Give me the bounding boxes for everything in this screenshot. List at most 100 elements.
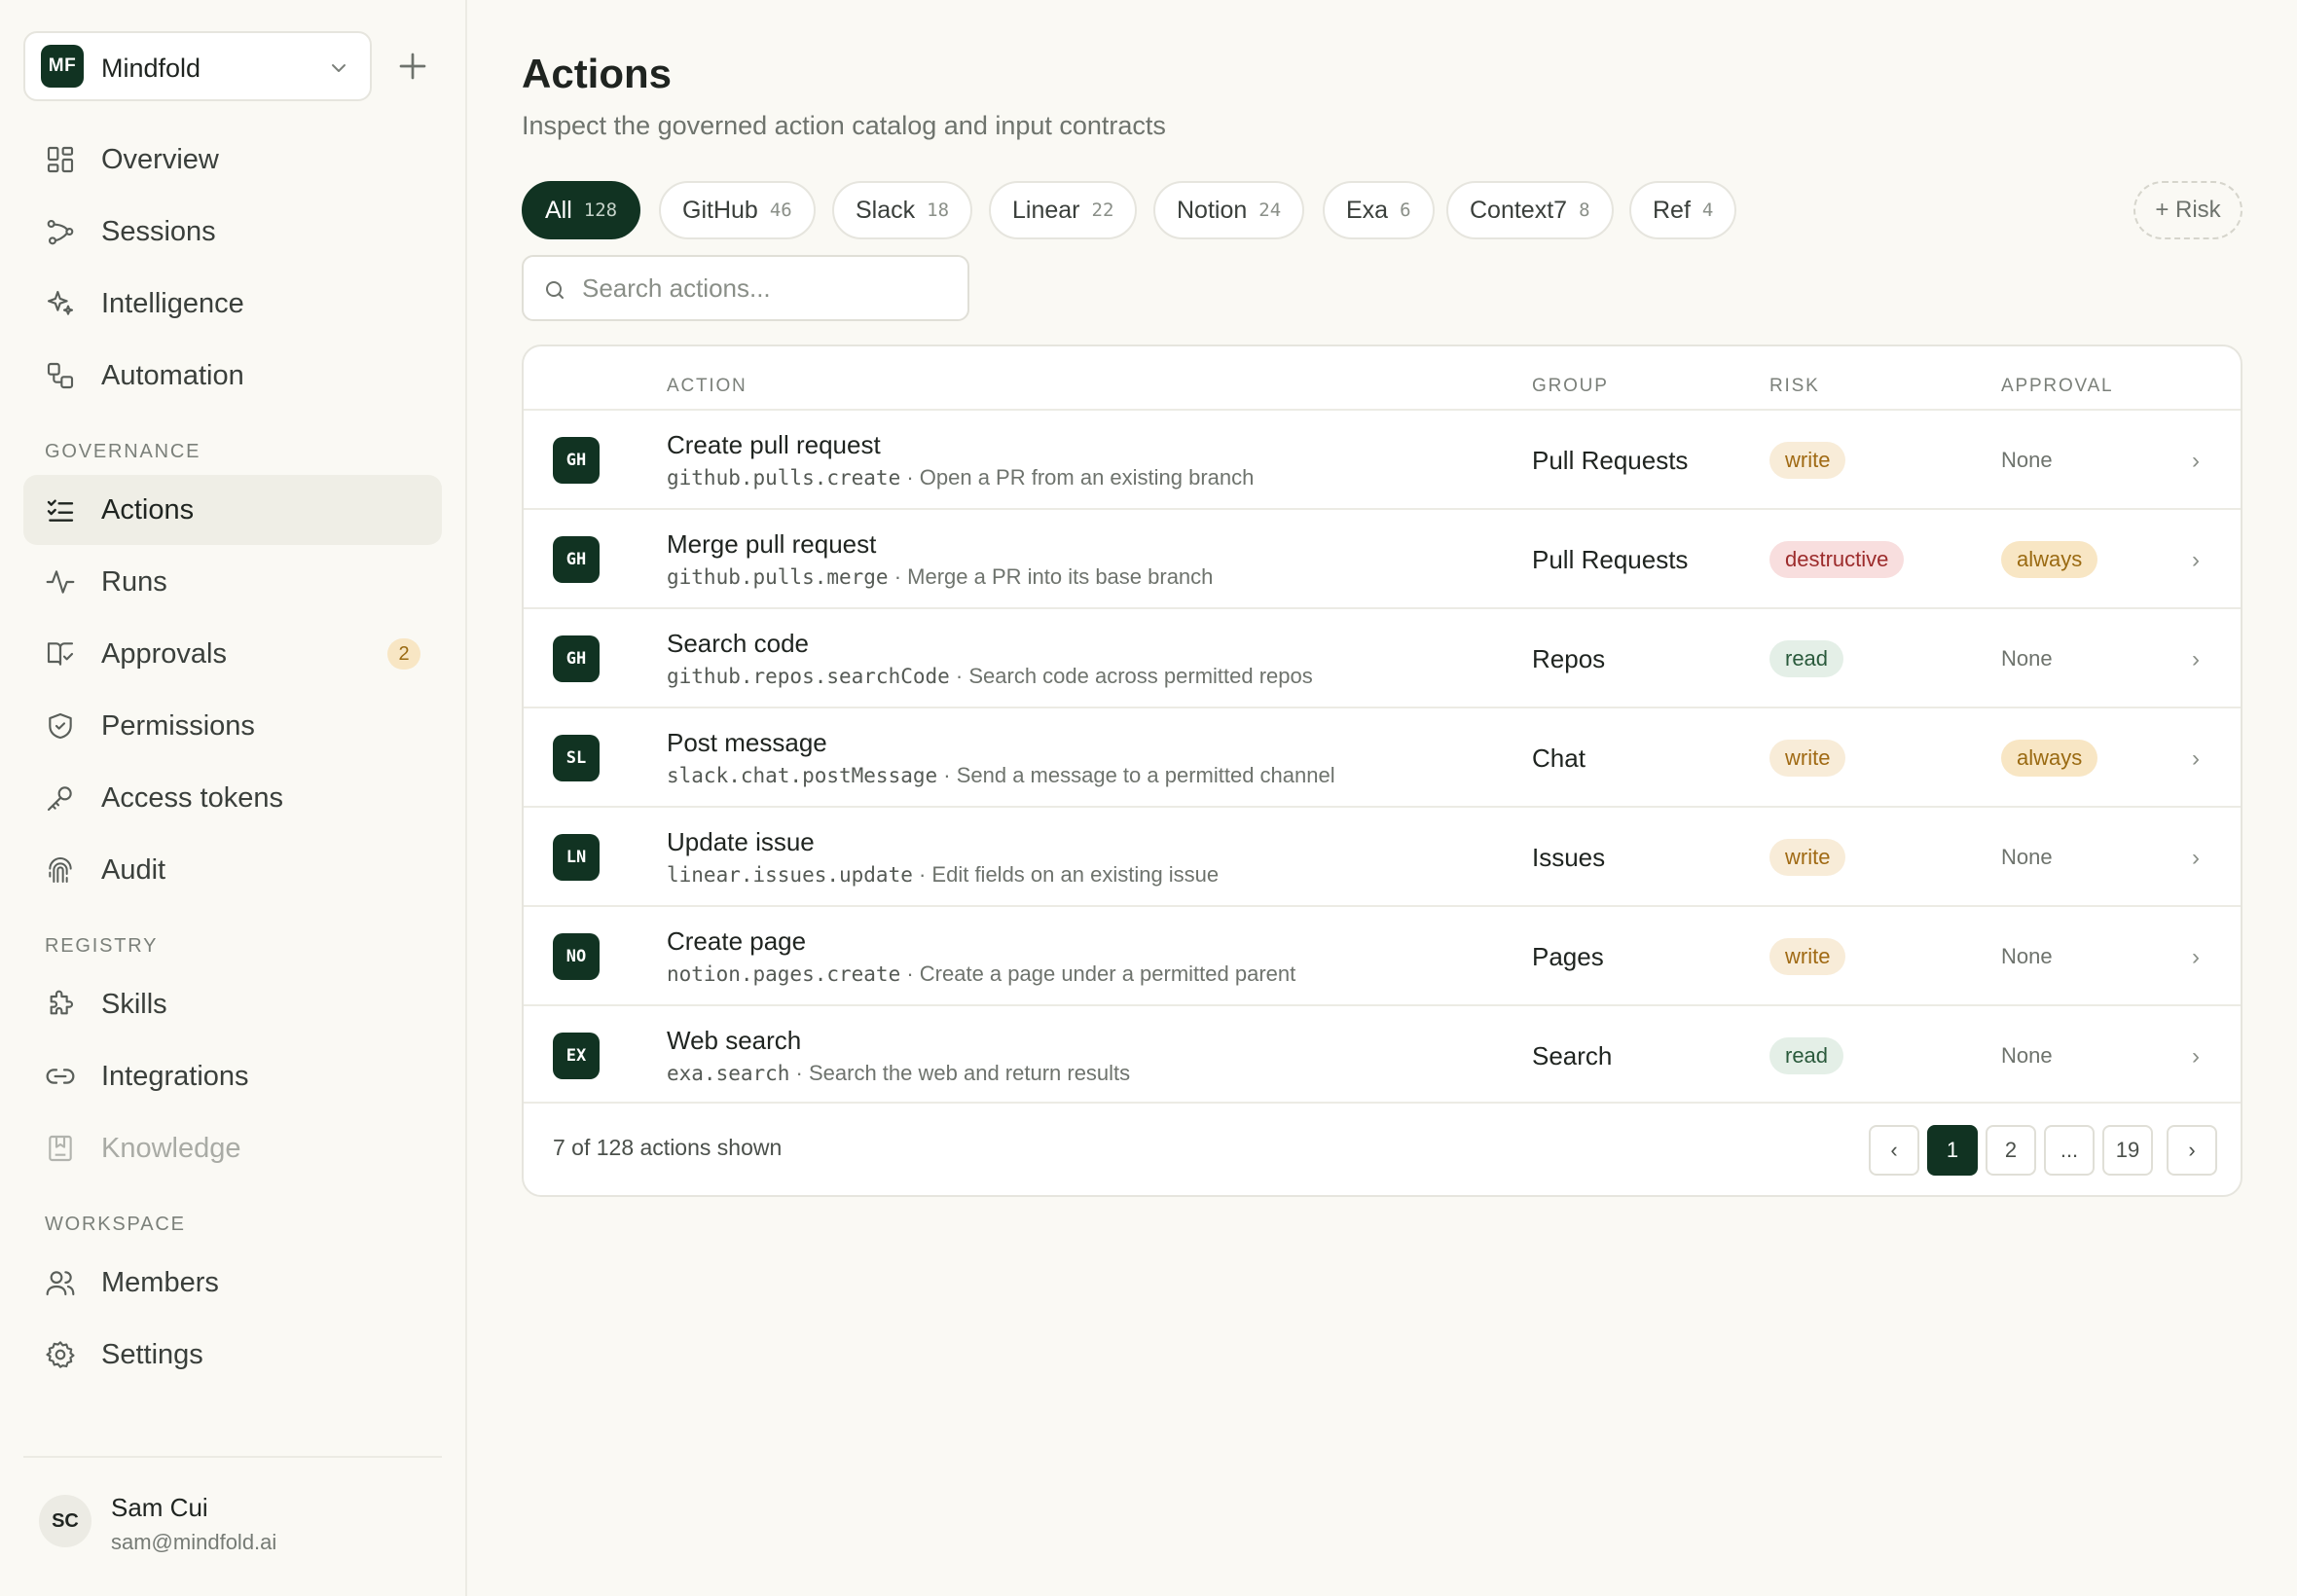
pagination-page-1[interactable]: 1	[1927, 1125, 1978, 1176]
filter-chip-ref[interactable]: Ref 4	[1629, 181, 1737, 239]
table-row[interactable]: GH Search code github.repos.searchCode ·…	[524, 607, 2241, 707]
sidebar-item-runs[interactable]: Runs	[23, 547, 442, 617]
chip-label: Notion	[1177, 196, 1248, 224]
chip-count: 4	[1701, 200, 1714, 221]
chevron-right-icon: ›	[2192, 845, 2200, 871]
sidebar-item-intelligence[interactable]: Intelligence	[23, 269, 442, 339]
search-icon	[546, 281, 564, 299]
action-description: github.pulls.create · Open a PR from an …	[667, 465, 1254, 490]
action-id: linear.issues.update	[667, 863, 913, 887]
risk-badge: write	[1769, 740, 1846, 777]
sidebar-divider	[23, 1456, 442, 1458]
chevron-right-icon: ›	[2192, 1043, 2200, 1070]
action-summary: · Search the web and return results	[789, 1061, 1131, 1085]
pagination-prev-button[interactable]: ‹	[1869, 1125, 1919, 1176]
sidebar-item-audit[interactable]: Audit	[23, 835, 442, 905]
action-id: github.repos.searchCode	[667, 665, 950, 688]
section-title-governance: GOVERNANCE	[45, 441, 201, 462]
chevron-right-icon: ›	[2192, 448, 2200, 474]
filter-chip-exa[interactable]: Exa 6	[1323, 181, 1435, 239]
chip-label: Exa	[1346, 196, 1389, 224]
action-summary: · Search code across permitted repos	[949, 664, 1313, 688]
action-description: github.pulls.merge · Merge a PR into its…	[667, 564, 1213, 590]
sidebar-item-access-tokens[interactable]: Access tokens	[23, 763, 442, 833]
chip-label: Linear	[1012, 196, 1080, 224]
page-subtitle: Inspect the governed action catalog and …	[522, 111, 1166, 140]
provider-badge: EX	[553, 1033, 600, 1079]
sidebar-item-label: Knowledge	[101, 1133, 241, 1164]
activity-icon	[46, 570, 75, 594]
table-row[interactable]: NO Create page notion.pages.create · Cre…	[524, 905, 2241, 1004]
section-title-workspace: WORKSPACE	[45, 1214, 186, 1235]
action-name: Create pull request	[667, 430, 881, 459]
pagination-page-2[interactable]: 2	[1986, 1125, 2036, 1176]
shield-icon	[49, 712, 72, 740]
filter-chip-linear[interactable]: Linear 22	[989, 181, 1138, 239]
sidebar-item-permissions[interactable]: Permissions	[23, 691, 442, 761]
sidebar-item-members[interactable]: Members	[23, 1248, 442, 1318]
approvals-count-badge: 2	[387, 638, 420, 670]
chip-label: Slack	[856, 196, 916, 224]
filter-chip-slack[interactable]: Slack 18	[832, 181, 973, 239]
chip-count: 46	[769, 200, 792, 221]
sidebar-item-overview[interactable]: Overview	[23, 125, 442, 195]
chip-count: 22	[1091, 200, 1114, 221]
column-header-risk[interactable]: RISK	[1769, 376, 1820, 397]
table-row[interactable]: EX Web search exa.search · Search the we…	[524, 1004, 2241, 1104]
chevron-right-icon: ›	[2192, 547, 2200, 573]
action-name: Search code	[667, 629, 809, 658]
add-workspace-icon[interactable]	[395, 49, 430, 84]
sidebar-item-sessions[interactable]: Sessions	[23, 197, 442, 267]
filter-chip-context7[interactable]: Context7 8	[1446, 181, 1614, 239]
filter-chip-all[interactable]: All 128	[522, 181, 641, 239]
action-id: github.pulls.create	[667, 466, 901, 490]
table-row[interactable]: GH Create pull request github.pulls.crea…	[524, 409, 2241, 508]
column-header-approval[interactable]: APPROVAL	[2001, 376, 2113, 397]
sidebar-item-actions[interactable]: Actions	[23, 475, 442, 545]
risk-badge: write	[1769, 938, 1846, 975]
table-row[interactable]: GH Merge pull request github.pulls.merge…	[524, 508, 2241, 607]
sidebar-item-label: Permissions	[101, 710, 255, 742]
provider-badge: GH	[553, 635, 600, 682]
link-icon	[46, 1069, 75, 1084]
pagination-next-button[interactable]: ›	[2167, 1125, 2217, 1176]
gear-icon	[46, 1341, 75, 1368]
search-input[interactable]	[582, 257, 952, 319]
sidebar-item-label: Integrations	[101, 1061, 249, 1092]
action-group: Issues	[1532, 843, 1606, 872]
table-row[interactable]: SL Post message slack.chat.postMessage ·…	[524, 707, 2241, 806]
sidebar-item-settings[interactable]: Settings	[23, 1320, 442, 1390]
pagination-page-19[interactable]: 19	[2102, 1125, 2153, 1176]
approval-value: None	[2001, 448, 2053, 472]
workspace-switcher[interactable]: MF Mindfold	[23, 31, 372, 101]
action-group: Pull Requests	[1532, 446, 1689, 475]
sidebar-item-automation[interactable]: Automation	[23, 341, 442, 411]
filter-chip-github[interactable]: GitHub 46	[659, 181, 816, 239]
add-risk-filter-button[interactable]: + Risk	[2133, 181, 2242, 239]
action-name: Merge pull request	[667, 529, 877, 559]
column-header-group[interactable]: GROUP	[1532, 376, 1609, 397]
actions-table: ACTION GROUP RISK APPROVAL GH Create pul…	[522, 345, 2242, 1197]
filter-chip-notion[interactable]: Notion 24	[1153, 181, 1305, 239]
sidebar-item-approvals[interactable]: Approvals 2	[23, 619, 442, 689]
sidebar-item-label: Approvals	[101, 638, 227, 670]
sidebar-item-knowledge[interactable]: Knowledge	[23, 1113, 442, 1183]
approval-value: None	[2001, 646, 2053, 671]
table-row[interactable]: LN Update issue linear.issues.update · E…	[524, 806, 2241, 905]
risk-badge: read	[1769, 640, 1844, 677]
avatar[interactable]: SC	[39, 1495, 91, 1547]
workspace-name: Mindfold	[101, 54, 201, 83]
sidebar-item-integrations[interactable]: Integrations	[23, 1041, 442, 1111]
action-name: Create page	[667, 926, 807, 956]
action-description: notion.pages.create · Create a page unde…	[667, 961, 1295, 987]
provider-badge: GH	[553, 536, 600, 583]
section-title-registry: REGISTRY	[45, 935, 159, 957]
key-icon	[47, 786, 72, 812]
sessions-icon	[47, 219, 74, 245]
chip-count: 128	[583, 200, 618, 221]
sidebar-item-skills[interactable]: Skills	[23, 969, 442, 1039]
chevron-right-icon: ›	[2192, 944, 2200, 970]
column-header-action[interactable]: ACTION	[667, 376, 747, 397]
search-box	[522, 255, 969, 321]
provider-badge: NO	[553, 933, 600, 980]
